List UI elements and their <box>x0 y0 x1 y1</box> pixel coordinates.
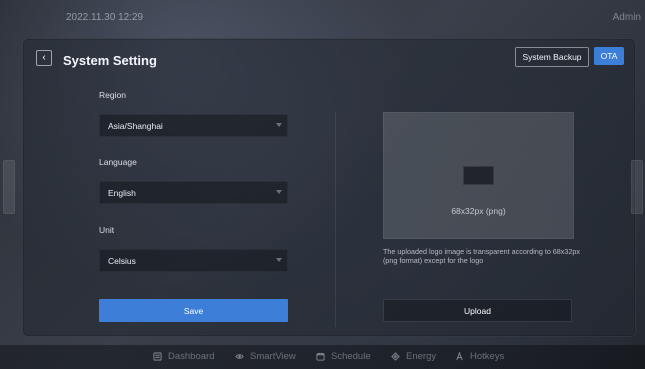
language-label: Language <box>99 157 137 167</box>
chevron-down-icon <box>276 190 282 194</box>
save-button[interactable]: Save <box>99 299 288 322</box>
system-backup-button[interactable]: System Backup <box>515 47 589 67</box>
upload-button[interactable]: Upload <box>383 299 572 322</box>
language-select[interactable]: English <box>99 181 288 204</box>
logo-size-hint: 68x32px (png) <box>451 206 506 216</box>
nav-label: SmartView <box>250 351 296 362</box>
hotkeys-icon <box>455 352 464 361</box>
back-button[interactable]: ‹ <box>36 50 52 66</box>
unit-value: Celsius <box>108 255 136 266</box>
logo-preview: 68x32px (png) <box>383 112 574 239</box>
status-bar: 2022.11.30 12:29 Admin <box>0 0 645 28</box>
left-edge-handle[interactable] <box>3 160 15 214</box>
nav-item-smartview[interactable]: SmartView <box>235 351 296 362</box>
nav-item-dashboard[interactable]: Dashboard <box>153 351 214 362</box>
upload-note: The uploaded logo image is transparent a… <box>383 247 580 265</box>
bottom-nav: Dashboard SmartView Schedule Energy Hotk… <box>0 345 645 369</box>
region-label: Region <box>99 90 126 100</box>
unit-label: Unit <box>99 225 115 235</box>
chevron-down-icon <box>276 123 282 127</box>
language-value: English <box>108 187 136 198</box>
chevron-left-icon: ‹ <box>42 52 46 63</box>
energy-icon <box>391 352 400 361</box>
user-label[interactable]: Admin <box>613 12 641 23</box>
logo-slot <box>463 166 494 185</box>
page-title: System Setting <box>63 53 157 68</box>
nav-label: Energy <box>406 351 437 362</box>
chevron-down-icon <box>276 258 282 262</box>
datetime: 2022.11.30 12:29 <box>66 12 144 23</box>
region-value: Asia/Shanghai <box>108 120 163 131</box>
nav-label: Hotkeys <box>470 351 505 362</box>
ota-button[interactable]: OTA <box>594 47 624 65</box>
eye-icon <box>235 352 244 361</box>
nav-label: Dashboard <box>168 351 215 362</box>
nav-item-schedule[interactable]: Schedule <box>316 351 371 362</box>
region-select[interactable]: Asia/Shanghai <box>99 114 288 137</box>
unit-select[interactable]: Celsius <box>99 249 288 272</box>
nav-item-hotkeys[interactable]: Hotkeys <box>455 351 504 362</box>
nav-item-energy[interactable]: Energy <box>391 351 436 362</box>
right-edge-handle[interactable] <box>631 160 643 214</box>
dashboard-icon <box>153 352 162 361</box>
nav-label: Schedule <box>331 351 371 362</box>
section-divider <box>335 112 336 327</box>
calendar-icon <box>316 352 325 361</box>
